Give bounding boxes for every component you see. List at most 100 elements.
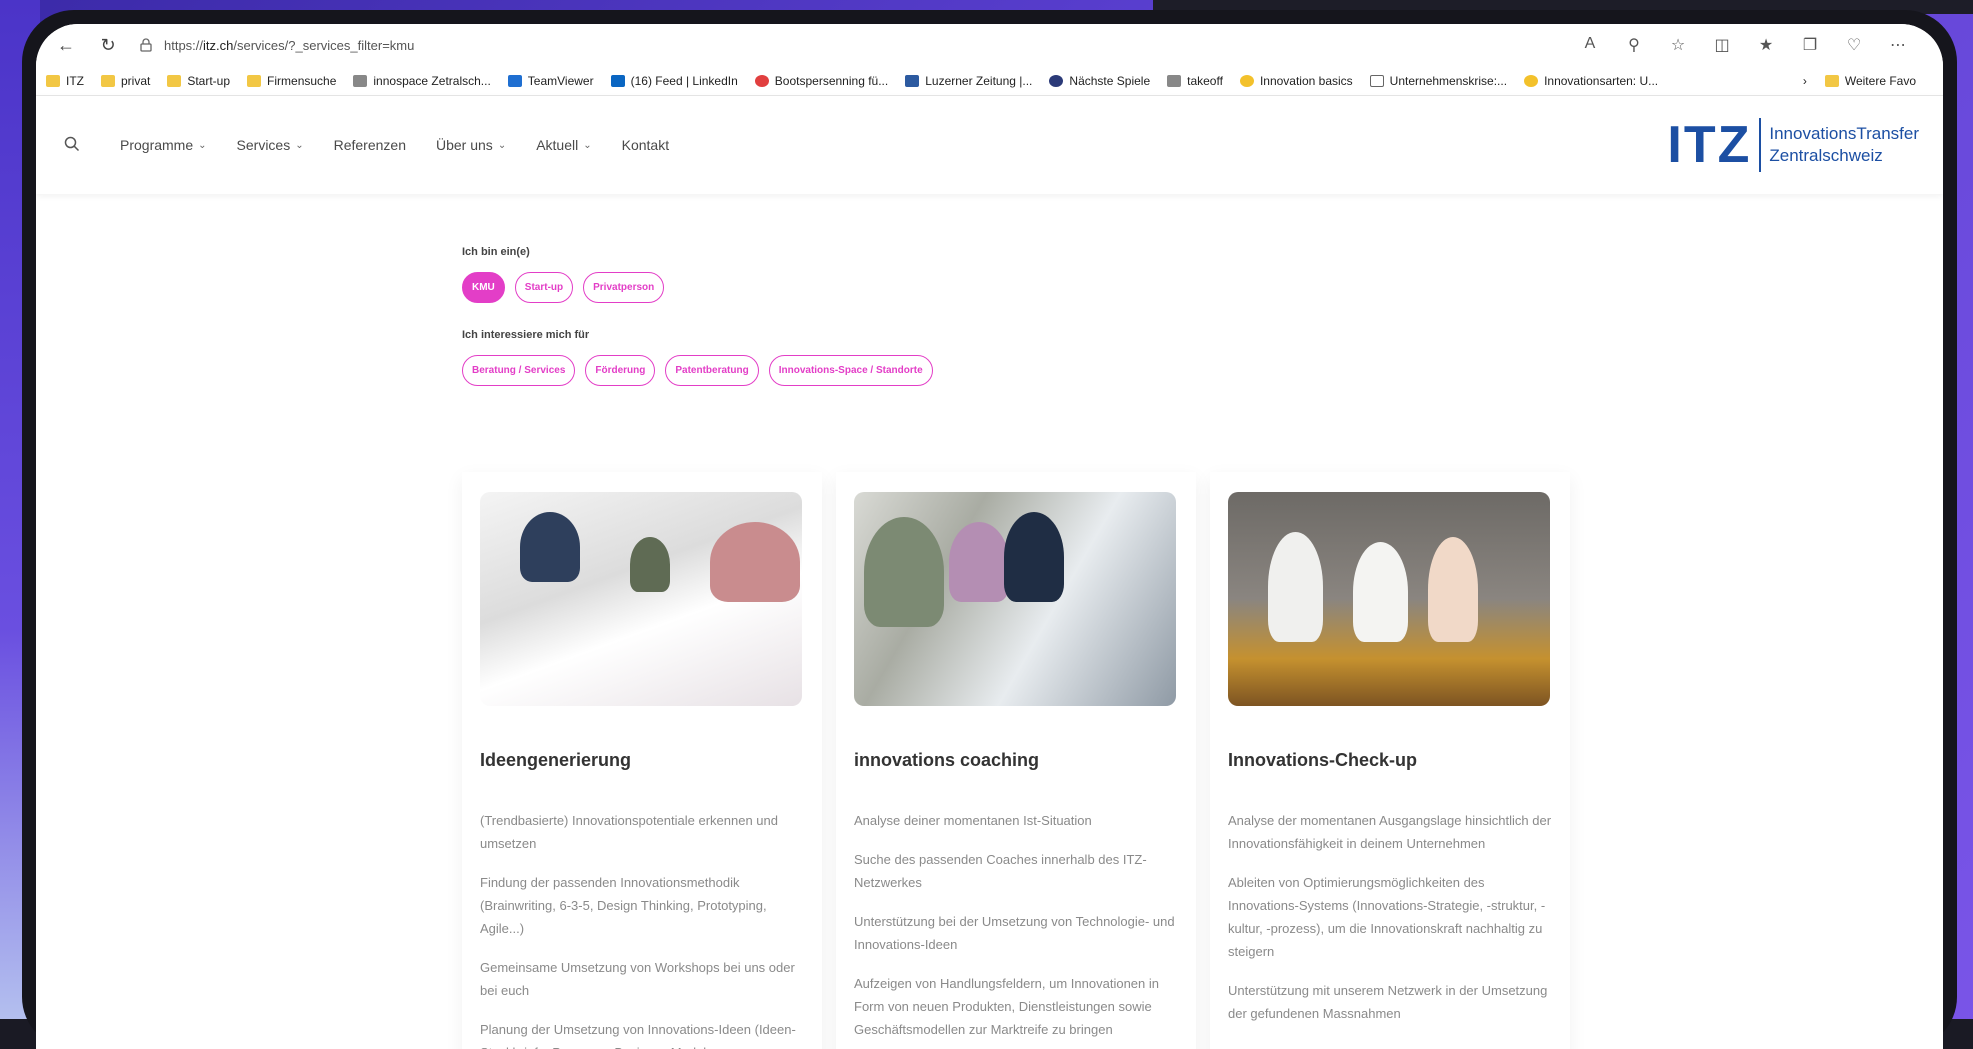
bookmark-item[interactable]: Innovationsarten: U... (1524, 74, 1658, 88)
bookmark-item[interactable]: Innovation basics (1239, 74, 1353, 88)
bookmarks-overflow: › Weitere Favo (1803, 74, 1933, 88)
role-filter-chips: KMU Start-up Privatperson (462, 272, 933, 303)
nav-item-beruns[interactable]: Über uns ⌄ (436, 137, 506, 153)
nav-item-referenzen[interactable]: Referenzen (334, 137, 406, 153)
card-title[interactable]: Innovations-Check-up (1228, 750, 1552, 771)
bookmark-item[interactable]: ITZ (46, 74, 84, 88)
bookmark-item[interactable]: (16) Feed | LinkedIn (610, 73, 738, 88)
nav-item-label: Kontakt (621, 137, 670, 153)
bookmark-folder-icon (247, 74, 262, 87)
logo-divider (1759, 118, 1762, 172)
more-menu-icon[interactable]: ⋯ (1887, 35, 1909, 55)
card-bullet: Suche des passenden Coaches innerhalb de… (854, 852, 1147, 890)
interest-chip[interactable]: Förderung (585, 355, 656, 386)
role-chip[interactable]: Start-up (514, 272, 574, 303)
bookmark-item[interactable]: innospace Zetralsch... (353, 73, 491, 88)
bookmark-item[interactable]: Start-up (167, 74, 230, 88)
back-arrow-icon[interactable]: ← (54, 33, 78, 57)
other-favorites[interactable]: Weitere Favo (1824, 73, 1916, 88)
bookmark-item[interactable]: privat (101, 74, 150, 88)
interest-chip[interactable]: Patentberatung (665, 355, 759, 386)
nav-item-label: Services (236, 137, 291, 153)
split-screen-icon[interactable]: ◫ (1711, 35, 1733, 55)
bookmark-yel-icon (1524, 74, 1539, 87)
logo-mark: ITZ (1667, 116, 1752, 174)
service-filters: Ich bin ein(e) KMU Start-up Privatperson I… (462, 246, 933, 412)
card-bullet: Analyse deiner momentanen Ist-Situation (854, 813, 1092, 828)
role-filter-label: Ich bin ein(e) (462, 246, 530, 258)
card-bullet: Unterstützung bei der Umsetzung von Tech… (854, 914, 1175, 952)
favorites-list-icon[interactable]: ★ (1755, 35, 1777, 55)
bookmark-item[interactable]: TeamViewer (507, 73, 594, 88)
role-chip[interactable]: Privatperson (583, 272, 665, 303)
person-figure (1353, 542, 1408, 642)
bookmark-lz-icon (905, 74, 920, 87)
browser-toolbar-icons: A ⚲ ☆ ◫ ★ ❐ ♡ ⋯ (1579, 35, 1909, 55)
nav-item-kontakt[interactable]: Kontakt (622, 137, 669, 153)
service-card[interactable]: Ideengenerierung (Trendbasierte) Innovati… (462, 472, 822, 1049)
card-bullet: Gemeinsame Umsetzung von Workshops bei u… (480, 960, 795, 998)
bookmark-item[interactable]: Bootspersenning fü... (754, 73, 889, 88)
person-figure (1004, 512, 1064, 602)
site-header: Programme ⌄ Services ⌄ Referenzen Über uns ⌄ Ak… (36, 96, 1943, 194)
nav-item-services[interactable]: Services ⌄ (237, 137, 304, 153)
zoom-icon[interactable]: ⚲ (1623, 35, 1645, 55)
bookmark-blue-icon (507, 74, 522, 87)
logo-text: InnovationsTransfer Zentralschweiz (1769, 123, 1919, 167)
bookmark-red-icon (754, 74, 769, 87)
service-card[interactable]: innovations coaching Analyse deiner momen… (836, 472, 1196, 1049)
bookmark-li-icon (610, 74, 625, 87)
card-title[interactable]: Ideengenerierung (480, 750, 804, 771)
bookmark-folder-icon (46, 74, 60, 87)
bookmark-label: Nächste Spiele (1069, 73, 1151, 88)
bookmark-dark-icon (1049, 74, 1064, 87)
bookmark-grey-icon (1167, 74, 1182, 87)
refresh-icon[interactable]: ↻ (96, 33, 120, 57)
bookmark-label: privat (121, 73, 151, 88)
person-figure (520, 512, 580, 582)
chevron-down-icon: ⌄ (295, 139, 304, 151)
chevron-right-icon[interactable]: › (1803, 74, 1807, 88)
nav-item-aktuell[interactable]: Aktuell ⌄ (536, 137, 591, 153)
card-photo (1228, 492, 1550, 706)
bookmark-label: Bootspersenning fü... (774, 73, 889, 88)
browser-screen: ← ↻ https://itz.ch/services/?_services_f… (36, 24, 1943, 1049)
address-bar: ← ↻ https://itz.ch/services/?_services_f… (36, 24, 1943, 66)
bookmark-folder-icon (101, 74, 115, 87)
card-title[interactable]: innovations coaching (854, 750, 1178, 771)
collections-icon[interactable]: ❐ (1799, 35, 1821, 55)
search-icon[interactable] (64, 136, 82, 154)
bookmark-label: (16) Feed | LinkedIn (630, 73, 738, 88)
bookmark-label: TeamViewer (527, 73, 594, 88)
bookmark-item[interactable]: Firmensuche (247, 74, 336, 88)
bookmark-item[interactable]: Unternehmenskrise:... (1369, 73, 1508, 88)
bookmark-grey-icon (353, 74, 368, 87)
card-bullet: Planung der Umsetzung von Innovations-Id… (480, 1022, 796, 1049)
bookmark-label: Unternehmenskrise:... (1389, 73, 1508, 88)
main-navigation: Programme ⌄ Services ⌄ Referenzen Über uns ⌄ Ak… (120, 137, 669, 153)
role-chip[interactable]: KMU (462, 272, 505, 303)
bookmark-label: Innovationsarten: U... (1544, 73, 1659, 88)
lock-icon[interactable] (138, 37, 154, 53)
service-card[interactable]: Innovations-Check-up Analyse der momentan… (1210, 472, 1570, 1049)
folder-icon (1824, 74, 1839, 87)
bookmark-doc-icon (1369, 74, 1384, 87)
interest-chip[interactable]: Beratung / Services (462, 355, 576, 386)
interest-chip[interactable]: Innovations-Space / Standorte (768, 355, 933, 386)
read-aloud-icon[interactable]: A (1579, 35, 1601, 55)
extensions-icon[interactable]: ♡ (1843, 35, 1865, 55)
bookmark-item[interactable]: Nächste Spiele (1049, 74, 1150, 88)
device-frame: ← ↻ https://itz.ch/services/?_services_f… (22, 10, 1957, 1049)
card-photo (854, 492, 1176, 706)
bookmark-label: innospace Zetralsch... (373, 73, 491, 88)
bookmark-label: Luzerner Zeitung |... (925, 73, 1033, 88)
bookmark-item[interactable]: Luzerner Zeitung |... (905, 74, 1032, 88)
nav-item-programme[interactable]: Programme ⌄ (120, 137, 207, 153)
bookmark-label: Firmensuche (267, 73, 337, 88)
other-favorites-label: Weitere Favo (1844, 73, 1916, 88)
favorite-star-icon[interactable]: ☆ (1667, 35, 1689, 55)
card-bullet: Ableiten von Optimierungsmöglichkeiten d… (1228, 875, 1546, 959)
url-field[interactable]: https://itz.ch/services/?_services_filte… (164, 38, 1579, 53)
bookmark-item[interactable]: takeoff (1167, 74, 1223, 88)
itz-logo[interactable]: ITZ InnovationsTransfer Zentralschweiz (1667, 115, 1919, 175)
